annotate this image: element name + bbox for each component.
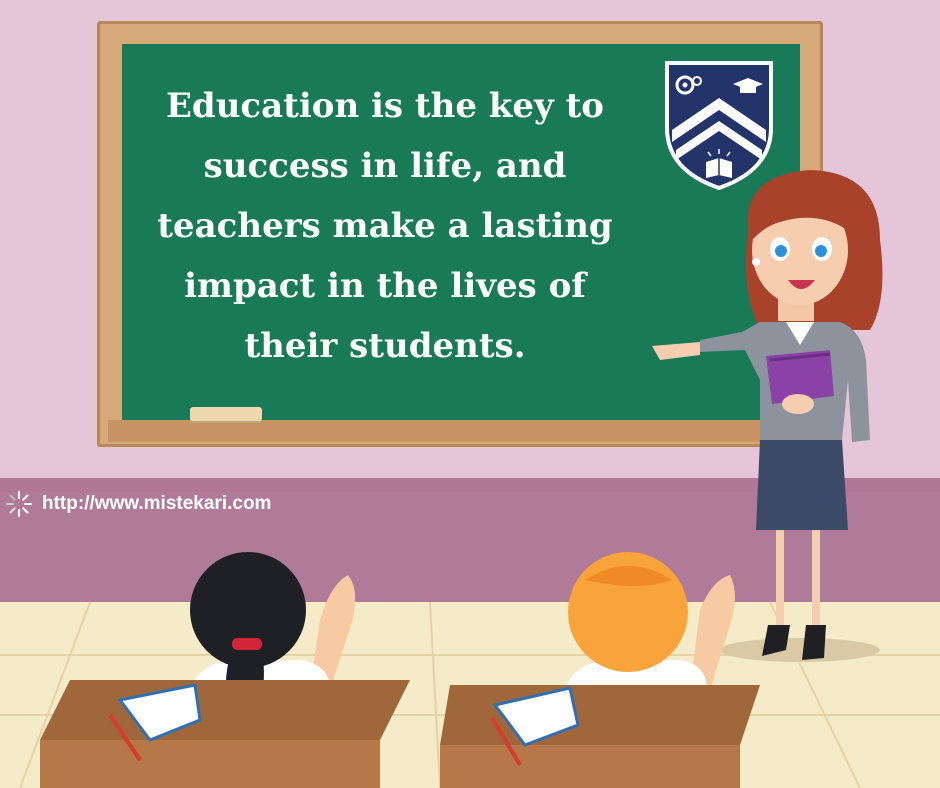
spinner-icon [6,491,32,517]
website-link[interactable]: http://www.mistekari.com [4,486,271,522]
classroom-scene: Education is the key to success in life,… [0,0,940,788]
students-illustration [40,552,760,788]
website-url[interactable]: http://www.mistekari.com [42,493,271,515]
desk-left [40,680,410,788]
desk-right [440,685,760,788]
